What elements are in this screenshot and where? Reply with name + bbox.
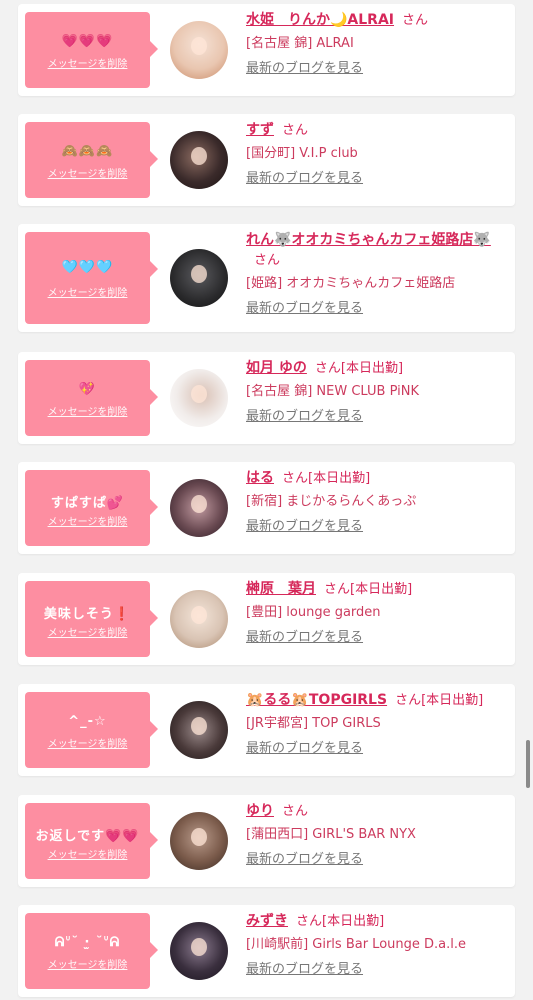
sender-name-link[interactable]: れん🐺オオカミちゃんカフェ姫路店🐺 bbox=[246, 232, 491, 248]
sender-name-link[interactable]: 🐹るる🐹TOPGIRLS bbox=[246, 692, 387, 708]
sender-name-link[interactable]: 榊原 葉月 bbox=[246, 581, 316, 597]
latest-blog-link[interactable]: 最新のブログを見る bbox=[246, 60, 511, 78]
delete-message-link[interactable]: メッセージを削除 bbox=[25, 284, 150, 299]
message-card: ^_-☆ メッセージを削除 🐹るる🐹TOPGIRLS さん[本日出勤] [JR宇都… bbox=[18, 684, 515, 776]
message-text: ^_-☆ bbox=[68, 714, 107, 729]
message-bubble: 🩵🩵🩵 メッセージを削除 bbox=[25, 232, 158, 324]
avatar[interactable] bbox=[170, 479, 228, 537]
shop-label: [川崎駅前] Girls Bar Lounge D.a.l.e bbox=[246, 937, 466, 952]
sender-info: 水姫 りんか🌙ALRAI さん [名古屋 錦] ALRAI 最新のブログを見る bbox=[246, 10, 511, 78]
sender-info: ゆり さん [蒲田西口] GIRL'S BAR NYX 最新のブログを見る bbox=[246, 801, 511, 869]
shop-label: [姫路] オオカミちゃんカフェ姫路店 bbox=[246, 276, 456, 291]
sender-name-link[interactable]: すず bbox=[246, 122, 274, 138]
message-text: 🩵🩵🩵 bbox=[61, 260, 114, 275]
honorific: さん bbox=[254, 253, 281, 268]
avatar[interactable] bbox=[170, 21, 228, 79]
message-text: 美味しそう❗️ bbox=[43, 607, 132, 622]
sender-info: 如月 ゆの さん[本日出勤] [名古屋 錦] NEW CLUB PiNK 最新のブ… bbox=[246, 358, 511, 426]
attendance-tag: [本日出勤] bbox=[421, 693, 484, 708]
sender-info: 榊原 葉月 さん[本日出勤] [豊田] lounge garden 最新のブログを… bbox=[246, 579, 511, 647]
sender-name-link[interactable]: みずき bbox=[246, 913, 288, 929]
message-card: 美味しそう❗️ メッセージを削除 榊原 葉月 さん[本日出勤] [豊田] loun… bbox=[18, 573, 515, 665]
message-bubble: 💗💗💗 メッセージを削除 bbox=[25, 12, 158, 88]
honorific: さん bbox=[395, 693, 422, 708]
avatar[interactable] bbox=[170, 131, 228, 189]
delete-message-link[interactable]: メッセージを削除 bbox=[25, 846, 150, 861]
latest-blog-link[interactable]: 最新のブログを見る bbox=[246, 851, 511, 869]
message-card: ᕱᐡ˘ ·̫ ˘ᐡᕱ メッセージを削除 みずき さん[本日出勤] [川崎駅前] G… bbox=[18, 905, 515, 997]
avatar[interactable] bbox=[170, 249, 228, 307]
message-text: ᕱᐡ˘ ·̫ ˘ᐡᕱ bbox=[54, 935, 121, 950]
honorific: さん bbox=[282, 471, 309, 486]
latest-blog-link[interactable]: 最新のブログを見る bbox=[246, 408, 511, 426]
message-card: 🙈🙈🙈 メッセージを削除 すず さん [国分町] V.I.P club 最新のブロ… bbox=[18, 114, 515, 206]
shop-label: [蒲田西口] GIRL'S BAR NYX bbox=[246, 827, 416, 842]
message-bubble: 💖 メッセージを削除 bbox=[25, 360, 158, 436]
attendance-tag: [本日出勤] bbox=[308, 471, 371, 486]
message-bubble: 🙈🙈🙈 メッセージを削除 bbox=[25, 122, 158, 198]
honorific: さん bbox=[314, 361, 341, 376]
latest-blog-link[interactable]: 最新のブログを見る bbox=[246, 740, 511, 758]
message-card: 💗💗💗 メッセージを削除 水姫 りんか🌙ALRAI さん [名古屋 錦] ALRA… bbox=[18, 4, 515, 96]
delete-message-link[interactable]: メッセージを削除 bbox=[25, 735, 150, 750]
attendance-tag: [本日出勤] bbox=[340, 361, 404, 376]
delete-message-link[interactable]: メッセージを削除 bbox=[25, 55, 150, 70]
shop-label: [豊田] lounge garden bbox=[246, 605, 381, 620]
latest-blog-link[interactable]: 最新のブログを見る bbox=[246, 629, 511, 647]
honorific: さん bbox=[282, 804, 309, 819]
latest-blog-link[interactable]: 最新のブログを見る bbox=[246, 518, 511, 536]
delete-message-link[interactable]: メッセージを削除 bbox=[25, 403, 150, 418]
attendance-tag: [本日出勤] bbox=[322, 914, 385, 929]
message-text: 💗💗💗 bbox=[61, 34, 114, 49]
latest-blog-link[interactable]: 最新のブログを見る bbox=[246, 961, 511, 979]
message-text: お返しです💗💗 bbox=[35, 829, 140, 844]
delete-message-link[interactable]: メッセージを削除 bbox=[25, 624, 150, 639]
sender-name-link[interactable]: 如月 ゆの bbox=[246, 360, 307, 376]
shop-label: [名古屋 錦] ALRAI bbox=[246, 36, 354, 51]
honorific: さん bbox=[402, 13, 429, 28]
shop-label: [JR宇都宮] TOP GIRLS bbox=[246, 716, 381, 731]
attendance-tag: [本日出勤] bbox=[350, 582, 413, 597]
sender-name-link[interactable]: はる bbox=[246, 470, 274, 486]
message-bubble: お返しです💗💗 メッセージを削除 bbox=[25, 803, 158, 879]
avatar[interactable] bbox=[170, 812, 228, 870]
shop-label: [新宿] まじかるらんくあっぷ bbox=[246, 494, 417, 509]
message-bubble: 美味しそう❗️ メッセージを削除 bbox=[25, 581, 158, 657]
latest-blog-link[interactable]: 最新のブログを見る bbox=[246, 300, 511, 318]
message-card: 💖 メッセージを削除 如月 ゆの さん[本日出勤] [名古屋 錦] NEW CLU… bbox=[18, 352, 515, 444]
latest-blog-link[interactable]: 最新のブログを見る bbox=[246, 170, 511, 188]
avatar[interactable] bbox=[170, 369, 228, 427]
avatar[interactable] bbox=[170, 922, 228, 980]
sender-name-link[interactable]: ゆり bbox=[246, 803, 274, 819]
avatar[interactable] bbox=[170, 701, 228, 759]
message-text: 🙈🙈🙈 bbox=[61, 144, 114, 159]
message-card: お返しです💗💗 メッセージを削除 ゆり さん [蒲田西口] GIRL'S BAR … bbox=[18, 795, 515, 887]
message-card: 🩵🩵🩵 メッセージを削除 れん🐺オオカミちゃんカフェ姫路店🐺 さん [姫路] オオ… bbox=[18, 224, 515, 332]
honorific: さん bbox=[324, 582, 351, 597]
message-card: すぱすぱ💕 メッセージを削除 はる さん[本日出勤] [新宿] まじかるらんくあっ… bbox=[18, 462, 515, 554]
avatar[interactable] bbox=[170, 590, 228, 648]
scrollbar[interactable] bbox=[526, 740, 530, 788]
honorific: さん bbox=[296, 914, 323, 929]
delete-message-link[interactable]: メッセージを削除 bbox=[25, 165, 150, 180]
message-text: すぱすぱ💕 bbox=[50, 496, 125, 511]
message-text: 💖 bbox=[78, 382, 97, 397]
sender-info: 🐹るる🐹TOPGIRLS さん[本日出勤] [JR宇都宮] TOP GIRLS 最… bbox=[246, 690, 511, 758]
delete-message-link[interactable]: メッセージを削除 bbox=[25, 956, 150, 971]
message-bubble: ^_-☆ メッセージを削除 bbox=[25, 692, 158, 768]
message-bubble: すぱすぱ💕 メッセージを削除 bbox=[25, 470, 158, 546]
shop-label: [名古屋 錦] NEW CLUB PiNK bbox=[246, 384, 419, 399]
message-bubble: ᕱᐡ˘ ·̫ ˘ᐡᕱ メッセージを削除 bbox=[25, 913, 158, 989]
sender-info: れん🐺オオカミちゃんカフェ姫路店🐺 さん [姫路] オオカミちゃんカフェ姫路店 最… bbox=[246, 230, 511, 318]
sender-info: みずき さん[本日出勤] [川崎駅前] Girls Bar Lounge D.a.… bbox=[246, 911, 511, 979]
sender-info: はる さん[本日出勤] [新宿] まじかるらんくあっぷ 最新のブログを見る bbox=[246, 468, 511, 536]
delete-message-link[interactable]: メッセージを削除 bbox=[25, 513, 150, 528]
sender-name-link[interactable]: 水姫 りんか🌙ALRAI bbox=[246, 12, 394, 28]
shop-label: [国分町] V.I.P club bbox=[246, 146, 358, 161]
honorific: さん bbox=[282, 123, 309, 138]
sender-info: すず さん [国分町] V.I.P club 最新のブログを見る bbox=[246, 120, 511, 188]
